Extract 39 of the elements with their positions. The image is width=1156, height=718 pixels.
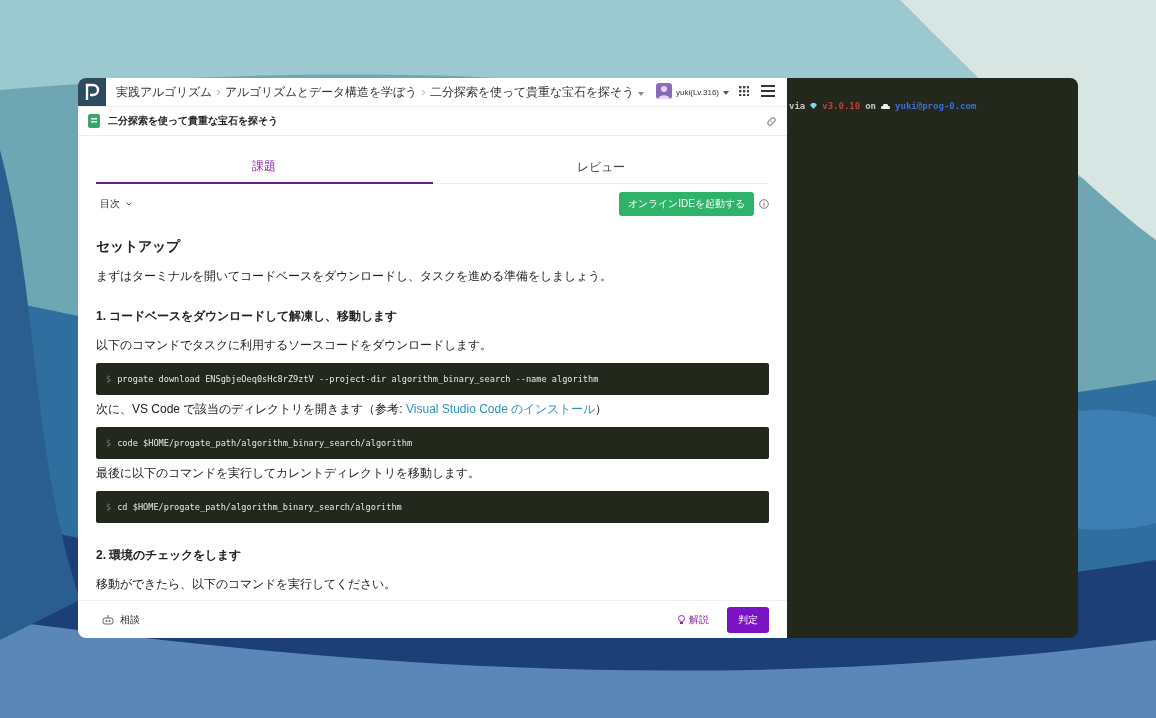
prompt-text: on	[865, 101, 877, 111]
consult-link[interactable]: 相談	[120, 613, 140, 627]
breadcrumb-link[interactable]: アルゴリズムとデータ構造を学ぼう	[225, 83, 417, 101]
avatar-icon[interactable]	[656, 83, 672, 101]
section-heading: セットアップ	[96, 238, 182, 256]
prompt-text: via	[789, 101, 806, 111]
book-icon	[88, 114, 100, 128]
grid-icon[interactable]	[739, 86, 749, 98]
code-block: $ cd $HOME/progate_path/algorithm_binary_search/algorithm	[96, 491, 769, 523]
info-icon[interactable]	[759, 199, 769, 209]
robot-icon[interactable]	[102, 615, 114, 625]
gem-icon	[810, 103, 818, 109]
paragraph: 最後に以下のコマンドを実行してカレントディレクトリを移動します。	[96, 465, 481, 481]
paragraph: 次に、VS Code で該当のディレクトリを開きます（参考: Visual Studio Code のインストール）	[96, 401, 609, 417]
step-heading: 1. コードベースをダウンロードして解凍し、移動します	[96, 308, 399, 325]
menu-icon[interactable]	[761, 85, 775, 99]
prompt-text: v3.0.10	[822, 101, 861, 111]
cloud-icon	[881, 103, 891, 109]
chevron-icon[interactable]	[126, 202, 132, 206]
lesson-title: 二分探索を使って貴重な宝石を探そう	[108, 114, 279, 128]
logo-icon[interactable]	[78, 78, 106, 106]
user-name[interactable]: yuki(Lv.316)	[676, 87, 719, 97]
prompt-text: yuki@prog-0.com	[895, 101, 977, 111]
hint-button[interactable]: 解説	[672, 612, 715, 628]
code-block: $ progate download ENSgbjeOeq0sHc8rZ9ztV --project-dir algorithm_binary_search --name algorithm	[96, 363, 769, 395]
code-block: $ code $HOME/progate_path/algorithm_binary_search/algorithm	[96, 427, 769, 459]
tab[interactable]: レビュー	[432, 154, 769, 184]
tab[interactable]: 課題	[96, 154, 433, 184]
paragraph: 以下のコマンドでタスクに利用するソースコードをダウンロードします。	[96, 337, 493, 353]
breadcrumb-link[interactable]: 二分探索を使って貴重な宝石を探そう	[430, 83, 634, 101]
link-icon[interactable]	[766, 115, 777, 127]
toc-dropdown[interactable]: 目次	[96, 197, 620, 211]
step-heading: 2. 環境のチェックをします	[96, 547, 243, 564]
link[interactable]: Visual Studio Code のインストール	[406, 402, 596, 416]
lightbulb-icon[interactable]	[678, 615, 685, 625]
breadcrumb-link[interactable]: 実践アルゴリズム	[116, 83, 212, 101]
paragraph: まずはターミナルを開いてコードベースをダウンロードし、タスクを進める準備をしましょう。	[96, 268, 613, 284]
judge-button[interactable]: 判定	[727, 607, 769, 633]
paragraph: 移動ができたら、以下のコマンドを実行してください。	[96, 576, 397, 592]
